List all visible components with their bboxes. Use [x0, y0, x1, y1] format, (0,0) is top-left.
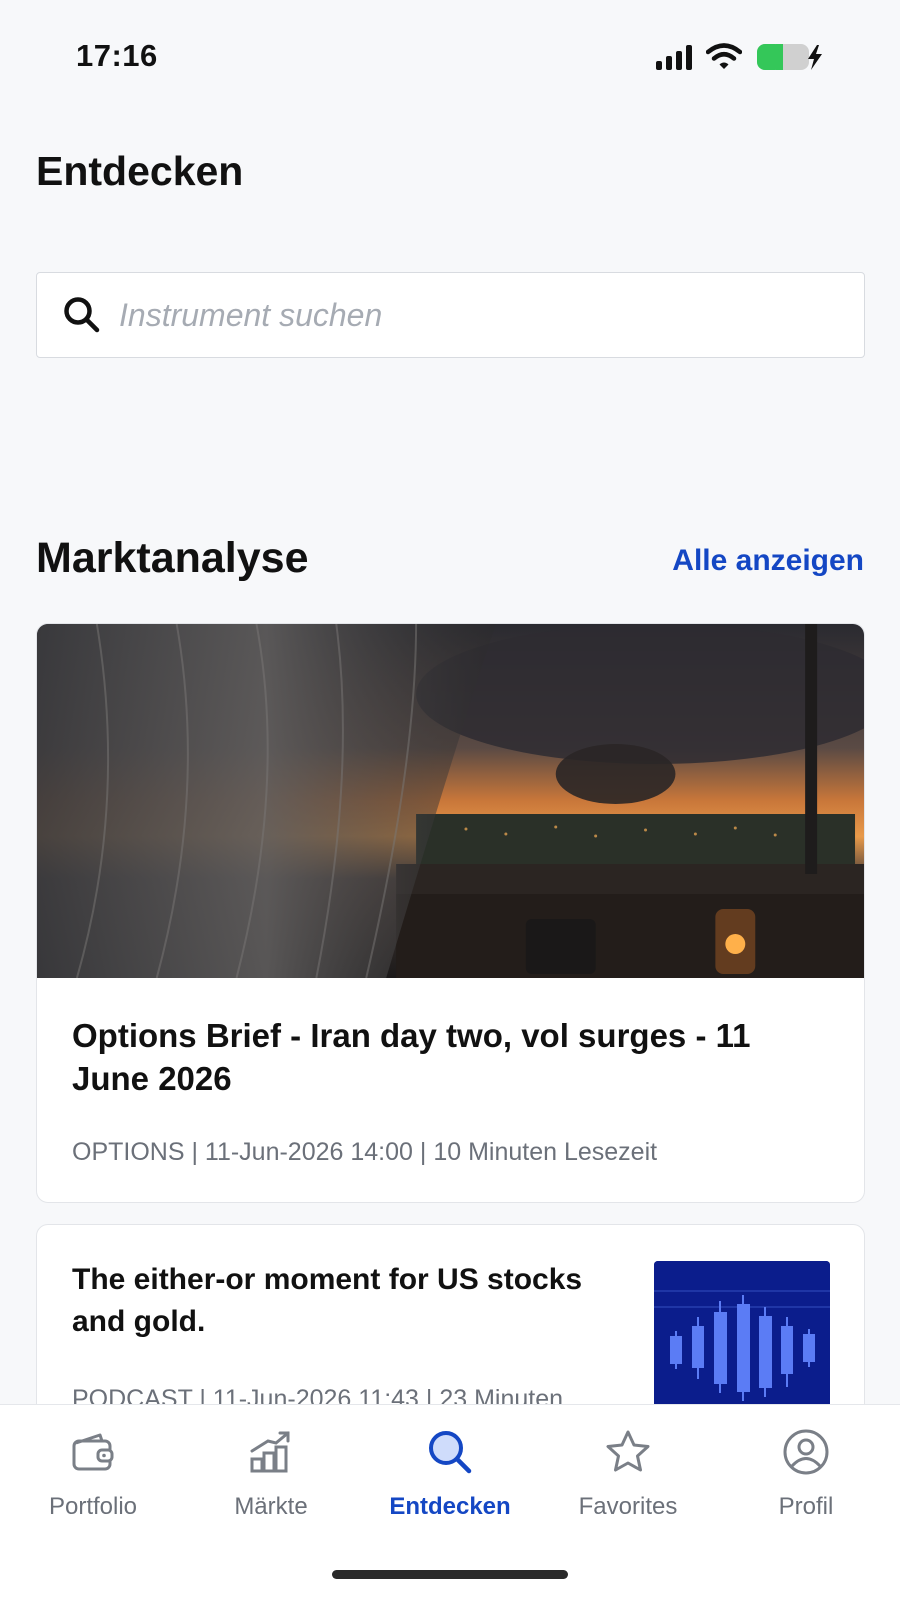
nav-label: Favorites [578, 1493, 678, 1520]
status-bar: 17:16 [0, 0, 900, 110]
article-title: Options Brief - Iran day two, vol surges… [72, 1017, 751, 1097]
nav-label: Entdecken [389, 1493, 511, 1520]
wallet-icon [72, 1433, 114, 1471]
profile-icon [783, 1429, 829, 1475]
status-time: 17:16 [76, 38, 158, 73]
search-bar[interactable] [36, 272, 865, 358]
article-meta: OPTIONS | 11-Jun-2026 14:00 | 10 Minuten… [72, 1138, 658, 1166]
article-title: The either-or moment for US stocks and g… [72, 1263, 583, 1338]
chart-growth-icon [250, 1431, 290, 1473]
see-all-link[interactable]: Alle anzeigen [672, 544, 864, 578]
nav-item-portfolio[interactable]: Portfolio [3, 1427, 183, 1521]
nav-label: Profil [778, 1493, 834, 1520]
battery-charging-icon [756, 42, 824, 72]
cellular-signal-icon [656, 44, 692, 70]
nav-item-favorites[interactable]: Favorites [538, 1427, 718, 1521]
section-title-marktanalyse: Marktanalyse [36, 534, 309, 582]
home-indicator[interactable] [332, 1570, 568, 1579]
article-card-featured[interactable]: Options Brief - Iran day two, vol surges… [36, 623, 865, 1203]
nav-item-maerkte[interactable]: Märkte [181, 1427, 361, 1521]
article-image-window-storm [37, 624, 864, 978]
status-icons [656, 42, 824, 72]
nav-label: Portfolio [48, 1493, 138, 1520]
wifi-icon [706, 43, 742, 69]
search-icon [64, 297, 100, 333]
page-title: Entdecken [36, 148, 244, 194]
search-input[interactable] [119, 296, 819, 334]
search-icon [429, 1431, 472, 1474]
star-icon [606, 1430, 650, 1472]
nav-label: Märkte [234, 1493, 308, 1520]
nav-item-profil[interactable]: Profil [716, 1427, 896, 1521]
nav-item-entdecken[interactable]: Entdecken [360, 1427, 540, 1521]
